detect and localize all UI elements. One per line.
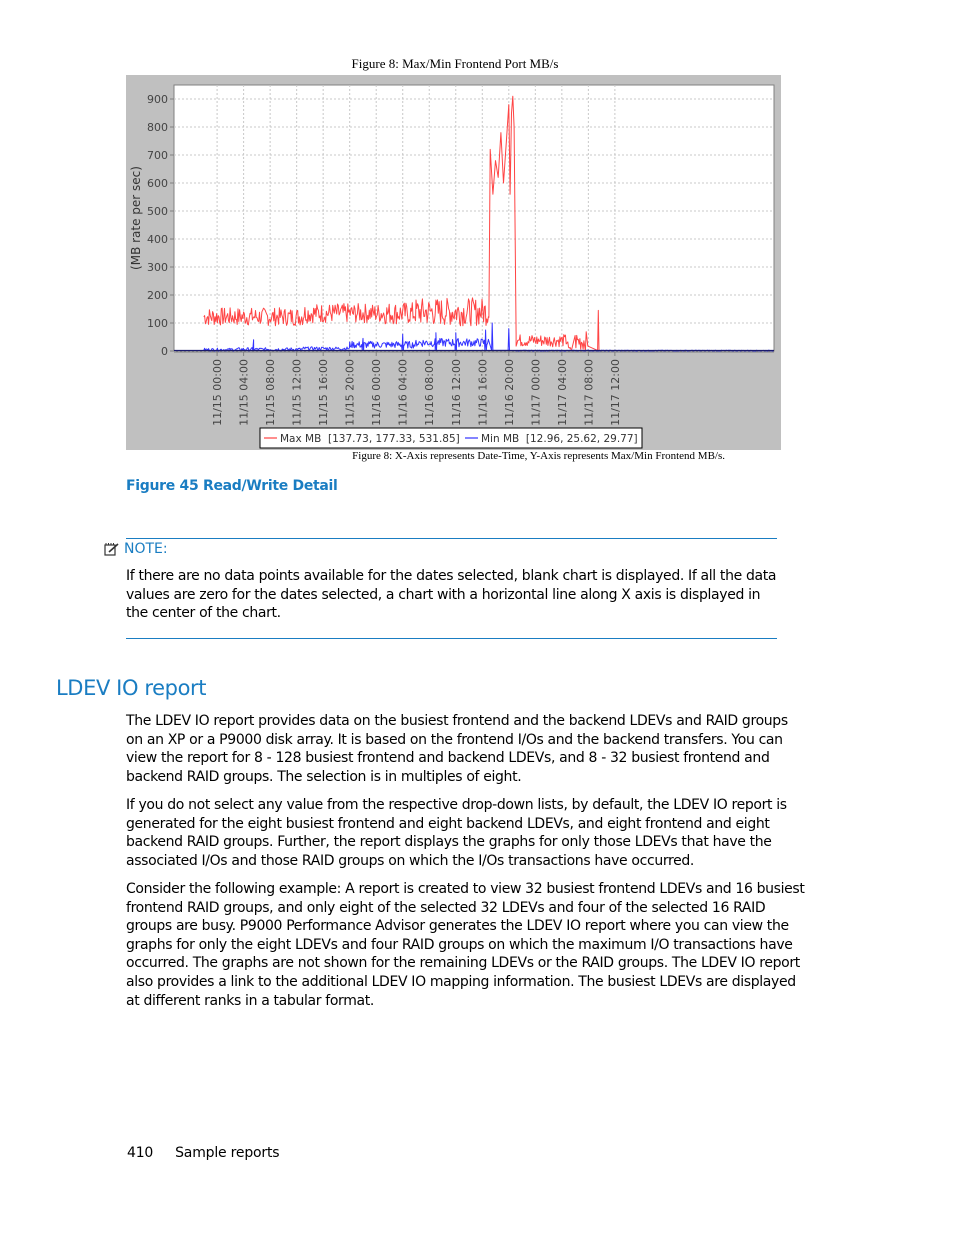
note-text: If there are no data points available fo… bbox=[126, 568, 777, 621]
legend-label-min: Min MB [12.96, 25.62, 29.77] bbox=[481, 433, 638, 445]
y-tick-label: 400 bbox=[147, 233, 168, 246]
figure-title: Figure 8: Max/Min Frontend Port MB/s bbox=[351, 56, 559, 71]
footer-section-name: Sample reports bbox=[175, 1145, 280, 1161]
legend: Max MB [137.73, 177.33, 531.85] Min MB [… bbox=[259, 427, 643, 449]
plot-area bbox=[173, 84, 775, 352]
y-tick-label: 800 bbox=[147, 121, 168, 134]
y-tick-label: 300 bbox=[147, 261, 168, 274]
y-axis-label: (MB rate per sec) bbox=[129, 166, 143, 270]
y-tick-label: 500 bbox=[147, 205, 168, 218]
x-tick-label: 11/16 12:00 bbox=[450, 359, 463, 426]
x-tick-label: 11/15 12:00 bbox=[291, 359, 304, 426]
paragraph-2: If you do not select any value from the … bbox=[126, 797, 787, 869]
y-tick-label: 600 bbox=[147, 177, 168, 190]
page-number: 410 bbox=[127, 1145, 154, 1161]
chart-svg: 0 100 200 300 400 500 600 700 800 900 11/15 00:00… bbox=[129, 84, 775, 449]
paragraph-1: The LDEV IO report provides data on the … bbox=[126, 713, 788, 785]
x-tick-label: 11/15 16:00 bbox=[317, 359, 330, 426]
note-bottom-rule bbox=[126, 638, 777, 639]
note-top-rule bbox=[126, 538, 777, 539]
x-tick-label: 11/16 00:00 bbox=[370, 359, 383, 426]
x-tick-label: 11/17 08:00 bbox=[582, 359, 595, 426]
y-ticks: 0 100 200 300 400 500 600 700 800 900 bbox=[147, 93, 174, 358]
x-tick-label: 11/15 08:00 bbox=[264, 359, 277, 426]
chart: 0 100 200 300 400 500 600 700 800 900 11/15 00:00… bbox=[126, 75, 781, 450]
x-tick-label: 11/15 20:00 bbox=[344, 359, 357, 426]
x-tick-label: 11/16 20:00 bbox=[503, 359, 516, 426]
section-title: LDEV IO report bbox=[56, 676, 207, 700]
y-tick-label: 100 bbox=[147, 317, 168, 330]
figure-subcaption: Figure 8: X-Axis represents Date-Time, Y… bbox=[352, 450, 725, 462]
paragraph-3: Consider the following example: A report… bbox=[126, 881, 805, 1009]
y-tick-label: 900 bbox=[147, 93, 168, 106]
x-tick-label: 11/15 00:00 bbox=[211, 359, 224, 426]
x-tick-label: 11/16 16:00 bbox=[476, 359, 489, 426]
figure-caption: Figure 45 Read/Write Detail bbox=[126, 478, 338, 494]
page-footer: 410 Sample reports bbox=[127, 1145, 280, 1161]
y-tick-label: 0 bbox=[161, 345, 168, 358]
x-tick-label: 11/16 04:00 bbox=[397, 359, 410, 426]
y-tick-label: 700 bbox=[147, 149, 168, 162]
note-label: NOTE: bbox=[124, 541, 168, 557]
x-ticks: 11/15 00:00 11/15 04:00 11/15 08:00 11/15 1… bbox=[174, 351, 774, 426]
legend-label-max: Max MB [137.73, 177.33, 531.85] bbox=[280, 433, 460, 445]
note-heading: NOTE: bbox=[104, 541, 168, 557]
x-tick-label: 11/17 00:00 bbox=[529, 359, 542, 426]
x-tick-label: 11/17 04:00 bbox=[556, 359, 569, 426]
x-tick-label: 11/17 12:00 bbox=[609, 359, 622, 426]
note-pad-icon bbox=[104, 542, 120, 556]
y-tick-label: 200 bbox=[147, 289, 168, 302]
x-tick-label: 11/16 08:00 bbox=[423, 359, 436, 426]
x-tick-label: 11/15 04:00 bbox=[238, 359, 251, 426]
